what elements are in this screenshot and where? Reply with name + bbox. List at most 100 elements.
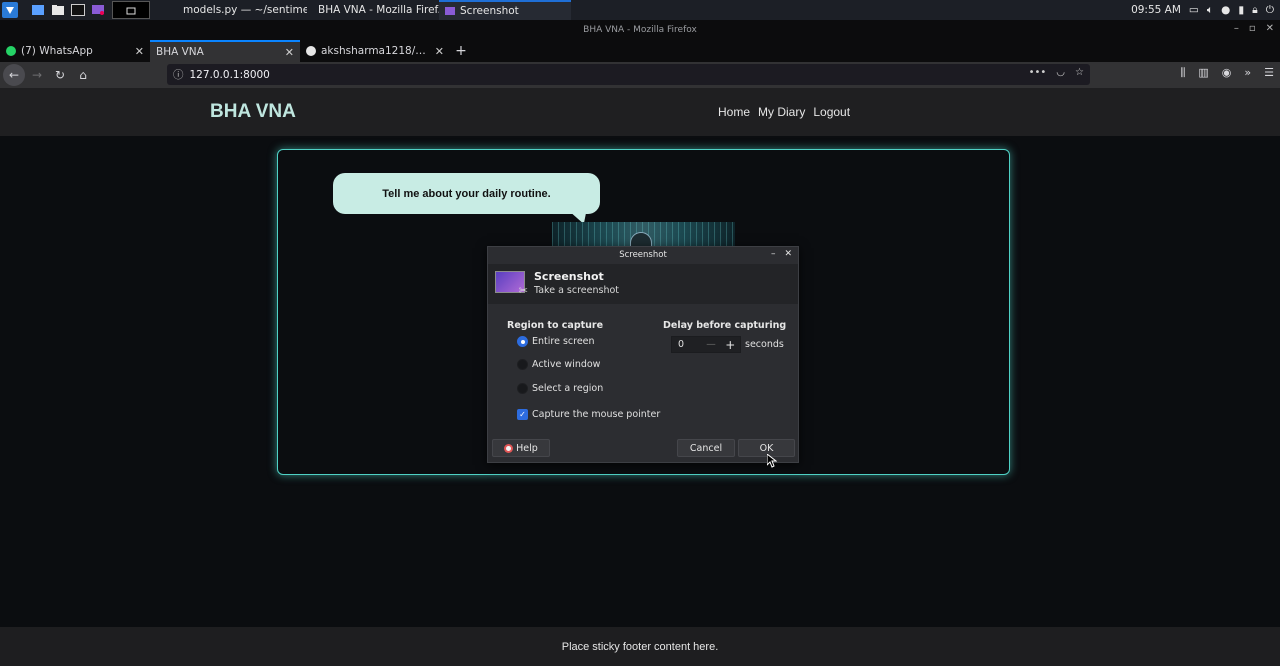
bookmark-star-icon[interactable]: ☆ [1075, 67, 1084, 78]
system-taskbar: models.py — ~/sentime... BHA VNA - Mozil… [0, 0, 1280, 20]
dialog-header: ✂ Screenshot Take a screenshot [488, 264, 798, 304]
increment-button[interactable]: + [721, 338, 740, 352]
screenshot-app-icon[interactable] [90, 2, 106, 18]
notification-icon[interactable]: ● [1221, 4, 1230, 16]
new-tab-button[interactable]: + [450, 40, 472, 62]
delay-label: Delay before capturing [663, 320, 787, 331]
bot-message: Tell me about your daily routine. [382, 187, 551, 200]
overflow-icon[interactable]: » [1244, 66, 1251, 80]
whatsapp-icon [6, 46, 16, 56]
radio-button[interactable] [517, 336, 528, 347]
dialog-close-icon[interactable]: ✕ [784, 249, 792, 259]
back-button[interactable]: ← [3, 64, 25, 86]
decrement-button[interactable]: — [701, 339, 720, 350]
lock-icon[interactable]: 🔒︎ [1252, 4, 1258, 17]
account-icon[interactable]: ◉ [1222, 66, 1232, 80]
ok-label: OK [759, 442, 774, 454]
tab-whatsapp[interactable]: (7) WhatsApp ✕ [0, 40, 150, 62]
help-button[interactable]: Help [492, 439, 550, 457]
tab-label: BHA VNA [156, 46, 204, 58]
dialog-minimize-icon[interactable]: – [771, 249, 776, 259]
workspace-icon[interactable] [30, 2, 46, 18]
capture-pointer-checkbox[interactable]: ✓ Capture the mouse pointer [517, 409, 660, 420]
taskbar-window-firefox[interactable]: BHA VNA - Mozilla Firef... [307, 0, 439, 20]
home-button[interactable]: ⌂ [72, 64, 94, 86]
cancel-label: Cancel [689, 442, 723, 454]
taskbar-window-label: BHA VNA - Mozilla Firef... [318, 4, 439, 16]
tab-label: akshsharma1218/bot-ha... [321, 45, 430, 57]
delay-spinbox[interactable]: 0 — + [671, 336, 741, 353]
clock[interactable]: 09:55 AM [1131, 4, 1181, 16]
sidebar-icon[interactable]: ▥ [1198, 66, 1208, 80]
menu-icon[interactable]: ☰ [1264, 66, 1274, 80]
radio-button[interactable] [517, 359, 528, 370]
display-icon[interactable]: ▭ [1189, 4, 1199, 16]
pocket-icon[interactable]: ◡ [1056, 67, 1065, 78]
dialog-title: Screenshot [619, 250, 667, 260]
github-icon [306, 46, 316, 56]
nav-home-link[interactable]: Home [718, 105, 750, 119]
footer-text: Place sticky footer content here. [561, 640, 719, 653]
screenshot-icon [445, 7, 455, 15]
tab-strip: (7) WhatsApp ✕ BHA VNA ✕ akshsharma1218/… [0, 40, 1280, 62]
bot-speech-bubble: Tell me about your daily routine. [333, 173, 600, 214]
delay-value[interactable]: 0 [672, 339, 701, 350]
dialog-titlebar[interactable]: Screenshot – ✕ [488, 247, 798, 263]
radio-select-region[interactable]: Select a region [517, 383, 603, 394]
power-icon[interactable]: ⏻ [1266, 4, 1274, 17]
files-icon[interactable] [50, 2, 66, 18]
maximize-icon[interactable]: ▫ [1249, 23, 1256, 34]
taskbar-window-editor[interactable]: models.py — ~/sentime... [172, 0, 307, 20]
screenshot-dialog: Screenshot – ✕ ✂ Screenshot Take a scree… [487, 246, 799, 463]
scissors-icon: ✂ [518, 284, 528, 297]
radio-active-window[interactable]: Active window [517, 359, 600, 370]
screenshot-app-icon: ✂ [495, 271, 528, 297]
window-title: BHA VNA - Mozilla Firefox [583, 25, 697, 35]
site-nav: Home My Diary Logout [718, 105, 850, 119]
site-footer: Place sticky footer content here. [0, 627, 1280, 666]
checkbox-label: Capture the mouse pointer [532, 409, 661, 420]
app-menu-icon[interactable] [2, 2, 18, 18]
delay-unit: seconds [745, 339, 784, 350]
url-bar[interactable]: ⓘ 127.0.0.1:8000 ••• ◡ ☆ [167, 64, 1090, 85]
info-icon[interactable]: ⓘ [173, 67, 184, 82]
taskbar-window-label: models.py — ~/sentime... [183, 4, 307, 16]
forward-button[interactable]: → [26, 64, 48, 86]
help-label: Help [516, 442, 538, 454]
reload-button[interactable]: ↻ [49, 64, 71, 86]
close-icon[interactable]: ✕ [1266, 23, 1274, 34]
tab-bha-vna[interactable]: BHA VNA ✕ [150, 40, 300, 62]
tab-label: (7) WhatsApp [21, 45, 93, 57]
taskbar-window-label: Screenshot [460, 5, 519, 17]
close-tab-icon[interactable]: ✕ [285, 46, 294, 59]
active-app-icon[interactable] [112, 1, 150, 19]
nav-logout-link[interactable]: Logout [813, 105, 850, 119]
nav-my-diary-link[interactable]: My Diary [758, 105, 805, 119]
page-actions-icon[interactable]: ••• [1029, 67, 1047, 78]
navigation-toolbar: ← → ↻ ⌂ ⓘ 127.0.0.1:8000 ••• ◡ ☆ ⫼ ▥ ◉ »… [0, 62, 1280, 88]
url-text[interactable]: 127.0.0.1:8000 [190, 69, 270, 81]
help-icon [504, 443, 514, 453]
close-tab-icon[interactable]: ✕ [135, 45, 144, 58]
close-tab-icon[interactable]: ✕ [435, 45, 444, 58]
radio-button[interactable] [517, 383, 528, 394]
checkbox[interactable]: ✓ [517, 409, 528, 420]
radio-label: Select a region [532, 383, 604, 394]
minimize-icon[interactable]: – [1234, 23, 1239, 34]
window-titlebar: BHA VNA - Mozilla Firefox – ▫ ✕ [0, 20, 1280, 40]
radio-label: Active window [532, 359, 601, 370]
battery-icon[interactable]: ▮ [1238, 4, 1244, 16]
radio-entire-screen[interactable]: Entire screen [517, 336, 595, 347]
library-icon[interactable]: ⫼ [1180, 66, 1185, 80]
dialog-heading: Screenshot [534, 270, 604, 283]
site-header: BHA VNA Home My Diary Logout [0, 88, 1280, 136]
volume-icon[interactable]: 🔈︎ [1207, 4, 1213, 17]
tab-github[interactable]: akshsharma1218/bot-ha... ✕ [300, 40, 450, 62]
radio-label: Entire screen [532, 336, 595, 347]
region-label: Region to capture [507, 320, 604, 331]
dialog-subheading: Take a screenshot [534, 285, 620, 296]
site-brand[interactable]: BHA VNA [210, 101, 296, 123]
terminal-icon[interactable] [70, 2, 86, 18]
taskbar-window-screenshot[interactable]: Screenshot [439, 0, 571, 20]
cancel-button[interactable]: Cancel [677, 439, 735, 457]
